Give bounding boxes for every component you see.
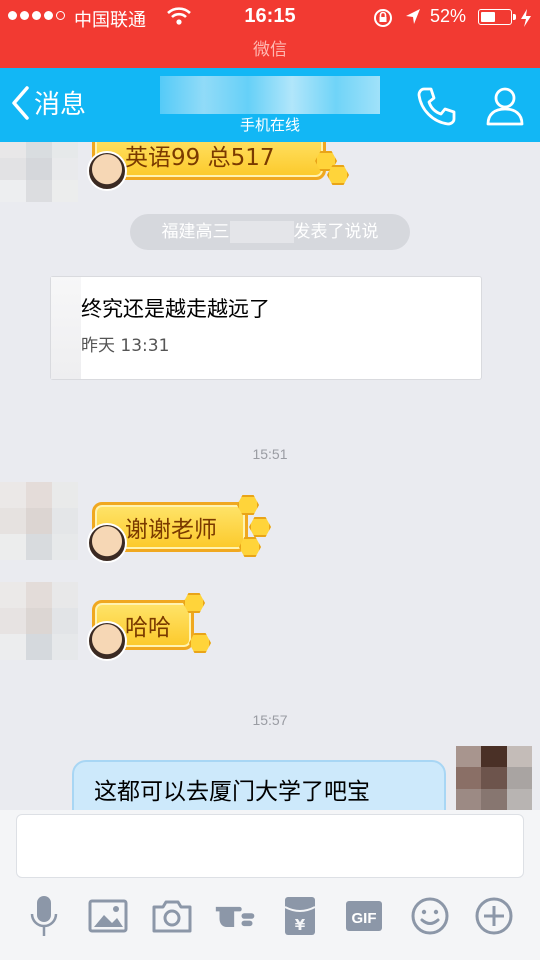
message-input[interactable] xyxy=(16,814,524,878)
system-notice-prefix: 福建高三 xyxy=(161,222,230,242)
gif-icon: GIF xyxy=(346,901,382,931)
return-to-call-banner[interactable]: 微信 xyxy=(0,34,540,68)
image-button[interactable] xyxy=(86,894,130,938)
system-notice[interactable]: 福建高三 发表了说说 xyxy=(130,214,410,250)
contact-profile-icon[interactable] xyxy=(484,84,526,128)
post-text: 终究还是越走越远了 xyxy=(81,297,270,321)
honeycomb-bubble[interactable]: 哈哈 xyxy=(87,593,211,661)
system-notice-suffix: 发表了说说 xyxy=(293,222,379,242)
battery-icon xyxy=(478,9,512,25)
contact-avatar[interactable] xyxy=(0,582,78,660)
message-compose-area: ¥ GIF xyxy=(0,810,540,960)
post-time: 昨天 13:31 xyxy=(81,336,170,356)
battery-percent: 52% xyxy=(430,6,467,26)
contact-avatar[interactable] xyxy=(0,142,78,202)
camera-button[interactable] xyxy=(150,894,194,938)
pointing-hand-icon xyxy=(215,906,255,927)
honeycomb-decoration xyxy=(183,593,205,613)
avatar xyxy=(87,523,127,563)
camera-icon xyxy=(152,900,192,933)
honeycomb-decoration xyxy=(249,517,271,537)
shared-post-card[interactable]: 终究还是越走越远了 昨天 13:31 xyxy=(50,276,482,380)
image-icon xyxy=(88,899,128,933)
avatar xyxy=(87,151,127,191)
outgoing-message-bubble[interactable]: 这都可以去厦门大学了吧宝 xyxy=(72,760,446,810)
honeycomb-decoration xyxy=(239,537,261,557)
message-text: 哈哈 xyxy=(125,615,171,641)
timestamp: 15:51 xyxy=(252,446,288,462)
phone-call-icon[interactable] xyxy=(414,84,458,128)
online-status: 手机在线 xyxy=(239,116,300,134)
gif-label: GIF xyxy=(352,910,377,927)
honeycomb-bubble[interactable]: 谢谢老师 xyxy=(87,495,271,563)
red-packet-button[interactable]: ¥ xyxy=(278,894,322,938)
card-thumbnail xyxy=(51,277,81,379)
chat-nav-bar: 消息 手机在线 xyxy=(0,68,540,142)
plus-circle-icon xyxy=(475,897,513,935)
location-arrow-icon xyxy=(406,9,420,24)
more-button[interactable] xyxy=(472,894,516,938)
contact-avatar[interactable] xyxy=(0,482,78,560)
gif-button[interactable]: GIF xyxy=(342,894,386,938)
charging-icon xyxy=(521,9,531,27)
contact-name-redacted xyxy=(160,76,380,114)
message-text: 这都可以去厦门大学了吧宝 xyxy=(94,779,370,805)
red-packet-icon: ¥ xyxy=(284,897,316,935)
avatar xyxy=(87,621,127,661)
message-text: 谢谢老师 xyxy=(125,517,217,543)
input-toolbar: ¥ GIF xyxy=(0,894,540,944)
poke-button[interactable] xyxy=(214,894,258,938)
emoji-button[interactable] xyxy=(408,894,452,938)
honeycomb-decoration xyxy=(237,495,259,515)
message-text: 英语99 总517 xyxy=(125,145,275,171)
honeycomb-bubble[interactable]: 英语99 总517 xyxy=(87,142,349,191)
battery-tip xyxy=(513,14,516,20)
honeycomb-decoration xyxy=(189,633,211,653)
redacted-name xyxy=(229,221,294,243)
status-bar: 中国联通 16:15 52% xyxy=(0,0,540,34)
smiley-icon xyxy=(411,897,449,935)
rotation-lock-icon xyxy=(374,9,392,27)
microphone-icon xyxy=(30,896,58,936)
chat-messages[interactable]: 英语99 总517 福建高三 发表了说说 终究还是越走越远了 昨天 13:31 1… xyxy=(0,142,540,810)
my-avatar[interactable] xyxy=(456,746,532,810)
voice-button[interactable] xyxy=(22,894,66,938)
timestamp: 15:57 xyxy=(252,712,288,728)
yen-symbol: ¥ xyxy=(295,916,306,934)
